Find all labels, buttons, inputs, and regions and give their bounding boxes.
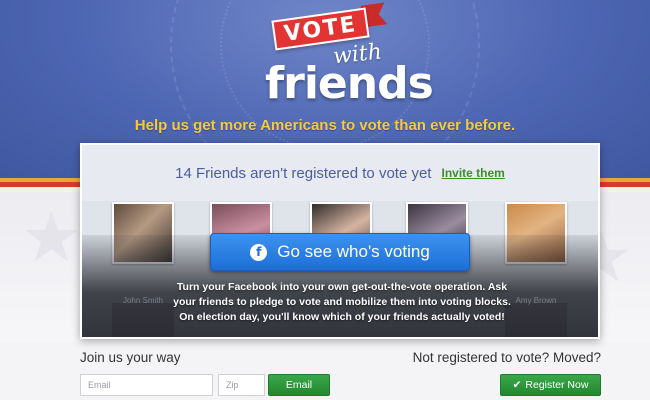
register-now-button[interactable]: ✔ Register Now	[500, 374, 601, 396]
join-heading: Join us your way	[80, 350, 181, 365]
friends-panel: 14 Friends aren't registered to vote yet…	[80, 143, 600, 339]
unregistered-count-text: 14 Friends aren't registered to vote yet	[175, 164, 432, 182]
email-submit-button[interactable]: Email	[268, 374, 330, 396]
facebook-icon: f	[250, 243, 268, 261]
checkmark-icon: ✔	[512, 379, 522, 391]
go-see-whos-voting-button[interactable]: f Go see who's voting	[210, 233, 470, 271]
email-field[interactable]	[80, 374, 213, 396]
register-heading: Not registered to vote? Moved?	[412, 350, 601, 365]
description-line: your friends to pledge to vote and mobil…	[173, 296, 511, 308]
panel-header: 14 Friends aren't registered to vote yet…	[82, 145, 598, 201]
logo-friends-text: friends	[265, 58, 434, 109]
tagline: Help us get more Americans to vote than …	[134, 117, 516, 134]
star-decoration: ★	[20, 196, 83, 278]
email-button-label: Email	[285, 379, 313, 391]
zip-field[interactable]	[218, 374, 265, 396]
description-line: On election day, you'll know which of yo…	[179, 311, 505, 323]
panel-description: Turn your Facebook into your own get-out…	[132, 280, 552, 325]
description-line: Turn your Facebook into your own get-out…	[176, 281, 508, 293]
invite-them-link[interactable]: Invite them	[441, 166, 504, 180]
cta-label: Go see who's voting	[277, 242, 430, 261]
register-button-label: Register Now	[525, 379, 589, 391]
